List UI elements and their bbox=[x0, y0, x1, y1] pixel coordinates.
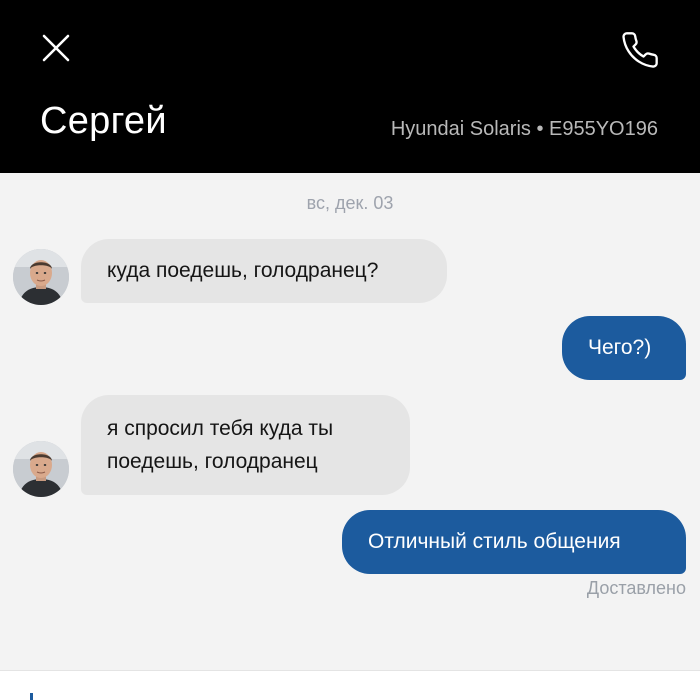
message-incoming-2[interactable]: я спросил тебя куда ты поедешь, голодран… bbox=[81, 395, 410, 495]
phone-icon bbox=[622, 32, 658, 68]
driver-photo bbox=[13, 249, 69, 305]
message-text-line: поедешь, голодранец bbox=[107, 450, 318, 473]
close-button[interactable] bbox=[38, 30, 74, 66]
message-text: куда поедешь, голодранец? bbox=[107, 259, 379, 282]
car-info: Hyundai Solaris • E955YO196 bbox=[390, 118, 658, 140]
chat-header: Сергей Hyundai Solaris • E955YO196 bbox=[0, 0, 700, 173]
message-list[interactable]: вс, дек. 03 куда поедешь, голодранец? Че… bbox=[0, 173, 700, 670]
message-text: Отличный стиль общения bbox=[368, 530, 621, 553]
message-outgoing-1[interactable]: Чего?) bbox=[562, 316, 686, 380]
date-separator: вс, дек. 03 bbox=[306, 193, 394, 213]
driver-photo bbox=[13, 441, 69, 497]
driver-avatar bbox=[13, 441, 69, 497]
call-button[interactable] bbox=[620, 30, 660, 70]
delivery-status: Доставлено bbox=[586, 578, 686, 598]
close-icon bbox=[42, 34, 70, 62]
chat-screen: Сергей Hyundai Solaris • E955YO196 вс, д… bbox=[0, 0, 700, 700]
message-outgoing-2[interactable]: Отличный стиль общения bbox=[342, 510, 686, 574]
driver-avatar bbox=[13, 249, 69, 305]
message-text: Чего?) bbox=[588, 336, 652, 359]
driver-name: Сергей bbox=[40, 100, 167, 142]
message-text-line: я спросил тебя куда ты bbox=[107, 417, 334, 440]
message-incoming-1[interactable]: куда поедешь, голодранец? bbox=[81, 239, 447, 303]
message-input-bar[interactable] bbox=[0, 670, 700, 700]
input-cursor bbox=[30, 693, 33, 700]
